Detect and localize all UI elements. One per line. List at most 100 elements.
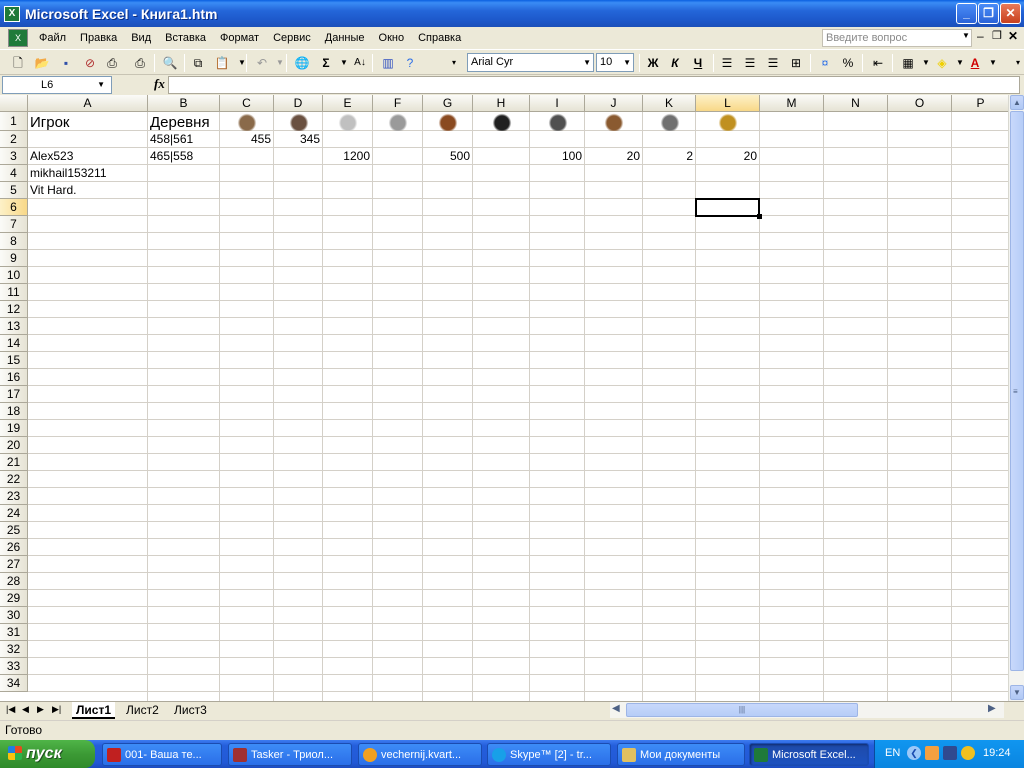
title-bar[interactable]: X Microsoft Excel - Книга1.htm _ ❐ ✕ — [0, 0, 1024, 27]
column-header-G[interactable]: G — [423, 95, 473, 112]
task-button-2[interactable]: Tasker - Триол... — [228, 743, 352, 766]
minimize-button[interactable]: _ — [956, 3, 977, 24]
row-header-1[interactable]: 1 — [0, 112, 28, 131]
research-icon[interactable]: 🔍 — [160, 53, 180, 73]
open-icon[interactable]: 📂 — [32, 53, 52, 73]
row-header-26[interactable]: 26 — [0, 539, 28, 556]
row-header-20[interactable]: 20 — [0, 437, 28, 454]
print-preview-icon[interactable]: ⎙ — [130, 53, 150, 73]
row-header-2[interactable]: 2 — [0, 131, 28, 148]
doc-restore-button[interactable]: ❐ — [992, 29, 1002, 42]
column-header-P[interactable]: P — [952, 95, 1008, 112]
cell-J3[interactable]: 20 — [587, 149, 640, 166]
sheet-tab-2[interactable]: Лист2 — [122, 702, 163, 719]
undo-icon[interactable]: ↶ — [252, 53, 272, 73]
name-box-dropdown-icon[interactable]: ▼ — [97, 77, 105, 93]
scroll-up-icon[interactable]: ▲ — [1010, 95, 1024, 110]
menu-edit[interactable]: Правка — [73, 28, 124, 48]
horizontal-scrollbar[interactable]: ◀ ||| ▶ — [610, 702, 1004, 718]
cell-A5[interactable]: Vit Hard. — [30, 183, 145, 200]
column-header-C[interactable]: C — [220, 95, 274, 112]
menu-help[interactable]: Справка — [411, 28, 468, 48]
row-header-8[interactable]: 8 — [0, 233, 28, 250]
row-header-10[interactable]: 10 — [0, 267, 28, 284]
cell-E3[interactable]: 1200 — [325, 149, 370, 166]
underline-button[interactable]: Ч — [688, 53, 708, 73]
row-header-6[interactable]: 6 — [0, 199, 28, 216]
network-icon[interactable] — [925, 746, 939, 760]
hyperlink-icon[interactable]: 🌐 — [292, 53, 312, 73]
row-header-21[interactable]: 21 — [0, 454, 28, 471]
row-header-5[interactable]: 5 — [0, 182, 28, 199]
row-header-33[interactable]: 33 — [0, 658, 28, 675]
cell-K3[interactable]: 2 — [645, 149, 693, 166]
row-header-29[interactable]: 29 — [0, 590, 28, 607]
column-header-I[interactable]: I — [530, 95, 585, 112]
column-header-D[interactable]: D — [274, 95, 323, 112]
menu-data[interactable]: Данные — [318, 28, 372, 48]
cell-G3[interactable]: 500 — [425, 149, 470, 166]
menu-insert[interactable]: Вставка — [158, 28, 213, 48]
close-button[interactable]: ✕ — [1000, 3, 1021, 24]
column-header-F[interactable]: F — [373, 95, 423, 112]
row-header-24[interactable]: 24 — [0, 505, 28, 522]
first-sheet-icon[interactable]: |◀ — [6, 704, 15, 715]
document-icon[interactable]: X — [8, 29, 28, 47]
align-center-icon[interactable]: ☰ — [740, 53, 760, 73]
excel-app-icon[interactable]: X — [4, 5, 20, 22]
cell-B3[interactable]: 465|558 — [150, 149, 217, 166]
task-button-6[interactable]: Microsoft Excel... — [749, 743, 869, 766]
start-button[interactable]: пуск — [0, 740, 95, 768]
horizontal-scroll-thumb[interactable]: ||| — [626, 703, 858, 717]
save-icon[interactable]: ▪ — [56, 53, 76, 73]
row-header-9[interactable]: 9 — [0, 250, 28, 267]
paste-dropdown-icon[interactable]: ▼ — [232, 53, 252, 73]
scroll-right-icon[interactable]: ▶ — [988, 703, 996, 714]
row-header-31[interactable]: 31 — [0, 624, 28, 641]
row-header-7[interactable]: 7 — [0, 216, 28, 233]
scroll-left-icon[interactable]: ◀ — [612, 703, 620, 714]
column-header-A[interactable]: A — [28, 95, 148, 112]
column-header-E[interactable]: E — [323, 95, 373, 112]
italic-button[interactable]: К — [665, 53, 685, 73]
task-button-4[interactable]: Skype™ [2] - tr... — [487, 743, 611, 766]
sheet-tab-1[interactable]: Лист1 — [72, 702, 116, 719]
cell-A1[interactable]: Игрок — [30, 114, 145, 133]
active-cell-L6[interactable] — [695, 198, 760, 217]
name-box[interactable]: L6 ▼ — [2, 76, 112, 94]
borders-icon[interactable]: ▦ — [898, 53, 918, 73]
help-icon[interactable]: ? — [400, 53, 420, 73]
permission-icon[interactable]: ⊘ — [80, 53, 100, 73]
sheet-tab-3[interactable]: Лист3 — [170, 702, 211, 719]
cell-B1[interactable]: Деревня — [150, 114, 217, 133]
column-header-N[interactable]: N — [824, 95, 888, 112]
menu-tools[interactable]: Сервис — [266, 28, 318, 48]
keyboard-icon[interactable] — [943, 746, 957, 760]
row-header-13[interactable]: 13 — [0, 318, 28, 335]
cell-B2[interactable]: 458|561 — [150, 132, 217, 149]
worksheet-grid[interactable]: A B C D E F G H I J K L M N O P 1 2 3 4 5 6 7 8 9 10 11 12 13 14 15 16 1… — [0, 95, 1008, 701]
select-all-corner[interactable] — [0, 95, 28, 112]
column-header-O[interactable]: O — [888, 95, 952, 112]
cell-A3[interactable]: Alex523 — [30, 149, 145, 166]
doc-minimize-button[interactable]: – — [977, 29, 984, 43]
column-header-M[interactable]: M — [760, 95, 824, 112]
doc-close-button[interactable]: ✕ — [1008, 29, 1018, 43]
row-header-28[interactable]: 28 — [0, 573, 28, 590]
task-button-5[interactable]: Мои документы — [617, 743, 745, 766]
tray-expand-icon[interactable]: ❮ — [907, 746, 921, 760]
new-icon[interactable]: 🗋 — [8, 53, 28, 73]
language-indicator[interactable]: EN — [885, 747, 900, 759]
column-header-K[interactable]: K — [643, 95, 696, 112]
font-size-select[interactable]: 10 ▼ — [596, 53, 634, 72]
row-header-22[interactable]: 22 — [0, 471, 28, 488]
chart-wizard-icon[interactable]: ▥ — [378, 53, 398, 73]
print-icon[interactable]: ⎙ — [102, 53, 122, 73]
paste-icon[interactable]: 📋 — [212, 53, 232, 73]
task-button-3[interactable]: vechernij.kvart... — [358, 743, 482, 766]
menu-window[interactable]: Окно — [372, 28, 412, 48]
row-header-32[interactable]: 32 — [0, 641, 28, 658]
undo-dropdown-icon[interactable]: ▼ — [270, 53, 290, 73]
row-header-12[interactable]: 12 — [0, 301, 28, 318]
row-header-25[interactable]: 25 — [0, 522, 28, 539]
